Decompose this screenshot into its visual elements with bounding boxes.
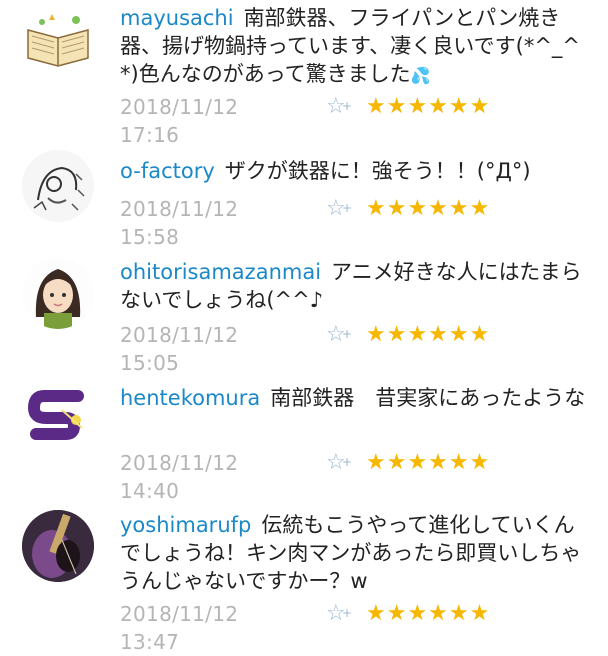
comment-text-block: mayusachi 南部鉄器、フライパンとパン焼き器、揚げ物鍋持っています、凄く良… — [120, 4, 590, 90]
timestamp: 2018/11/12 15:05 — [120, 323, 239, 375]
comment-body: 南部鉄器 昔実家にあったような — [270, 386, 586, 410]
guitar-avatar-icon — [22, 510, 94, 582]
timestamp: 2018/11/12 14:40 — [120, 451, 239, 503]
star-rating: ★★★★★★ — [366, 196, 491, 221]
sweat-emoji: 💦 — [410, 66, 431, 85]
timestamp: 2018/11/12 13:47 — [120, 602, 239, 654]
comment-text-block: hentekomura 南部鉄器 昔実家にあったような — [120, 384, 590, 412]
star-rating: ★★★★★★ — [366, 450, 491, 475]
add-star-icon[interactable]: ☆ + — [326, 450, 356, 476]
girl-avatar-icon — [22, 257, 94, 329]
user-avatar[interactable] — [22, 4, 94, 76]
comment-text-block: yoshimarufp 伝統もこうやって進化していくんでしょうね！キン肉マンがあっ… — [120, 511, 590, 595]
star-rating: ★★★★★★ — [366, 601, 491, 626]
username-link[interactable]: yoshimarufp — [120, 513, 251, 537]
comment-body: ザクが鉄器に！強そう！！(°Д°) — [224, 159, 531, 183]
user-avatar[interactable] — [22, 257, 94, 329]
add-star-icon[interactable]: ☆ + — [326, 196, 356, 222]
comment-text-block: o-factory ザクが鉄器に！強そう！！(°Д°) — [120, 157, 590, 185]
user-avatar[interactable] — [22, 380, 94, 452]
book-icon — [27, 14, 89, 67]
purple-s-icon — [22, 380, 94, 452]
user-avatar[interactable] — [22, 150, 94, 222]
username-link[interactable]: hentekomura — [120, 386, 260, 410]
username-link[interactable]: o-factory — [120, 159, 215, 183]
comment-text-block: ohitorisamazanmai アニメ好きな人にはたまらないでしょうね(^^♪ — [120, 258, 590, 314]
add-star-icon[interactable]: ☆ + — [326, 94, 356, 120]
star-rating: ★★★★★★ — [366, 94, 491, 119]
star-rating: ★★★★★★ — [366, 322, 491, 347]
user-avatar[interactable] — [22, 510, 94, 582]
sketch-avatar-icon — [22, 150, 94, 222]
username-link[interactable]: mayusachi — [120, 6, 234, 30]
username-link[interactable]: ohitorisamazanmai — [120, 260, 321, 284]
timestamp: 2018/11/12 17:16 — [120, 95, 239, 147]
add-star-icon[interactable]: ☆ + — [326, 601, 356, 627]
timestamp: 2018/11/12 15:58 — [120, 197, 239, 249]
add-star-icon[interactable]: ☆ + — [326, 322, 356, 348]
